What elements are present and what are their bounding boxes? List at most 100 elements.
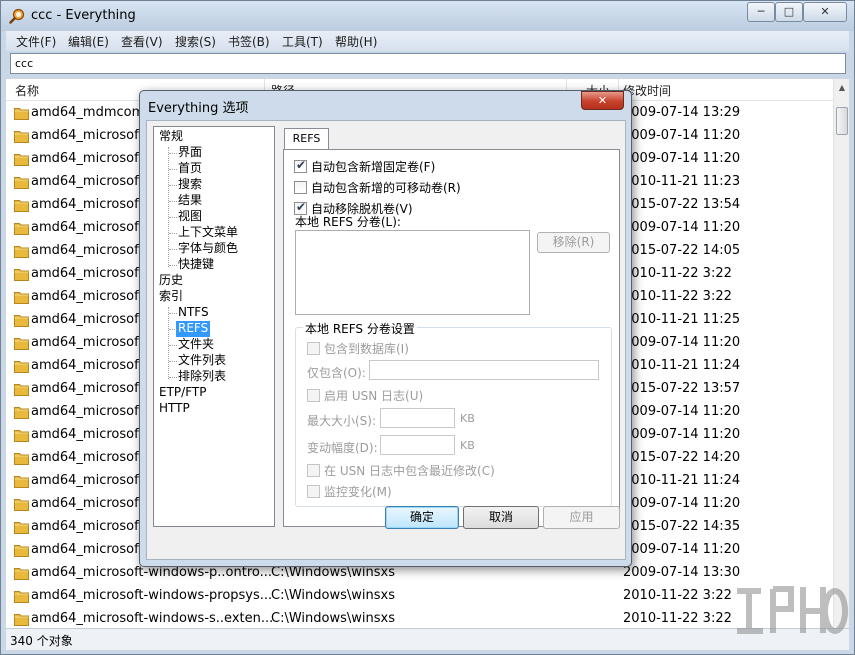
cancel-button[interactable]: 取消: [463, 506, 539, 529]
tab-refs[interactable]: REFS: [284, 128, 329, 150]
maximize-button[interactable]: □: [775, 2, 803, 22]
refs-volume-list[interactable]: [295, 230, 530, 315]
tree-item[interactable]: REFS: [176, 321, 211, 337]
auto-include-fixed-checkbox[interactable]: ✔: [294, 158, 307, 173]
menu-help[interactable]: 帮助(H): [335, 33, 377, 50]
tree-item[interactable]: 首页: [178, 161, 202, 177]
tree-item[interactable]: ETP/FTP: [159, 385, 206, 401]
remove-button[interactable]: 移除(R): [537, 232, 610, 253]
scrollbar-thumb[interactable]: [836, 107, 848, 135]
tree-item[interactable]: 上下文菜单: [178, 225, 238, 241]
folder-icon: [14, 108, 29, 120]
folder-icon: [14, 568, 29, 580]
folder-icon: [14, 591, 29, 603]
auto-include-removable-checkbox[interactable]: [294, 181, 307, 194]
folder-icon: [14, 407, 29, 419]
scroll-up-icon[interactable]: ▲: [834, 79, 850, 96]
title-bar[interactable]: ccc - Everything ─ □ ✕: [1, 1, 854, 31]
row-path: C:\Windows\winsxs: [271, 588, 395, 603]
folder-icon: [14, 499, 29, 511]
usn-recent-label: 在 USN 日志中包含最近修改(C): [324, 464, 495, 478]
row-modified: 2010-11-21 11:23: [623, 174, 741, 189]
search-input[interactable]: ccc: [10, 53, 846, 74]
tree-item[interactable]: HTTP: [159, 401, 190, 417]
tree-item[interactable]: 文件夹: [178, 337, 214, 353]
enable-usn-label: 启用 USN 日志(U): [324, 389, 424, 403]
row-modified: 2010-11-22 3:22: [623, 611, 732, 626]
status-bar: 340 个对象: [6, 628, 849, 650]
dialog-close-button[interactable]: ✕: [581, 91, 624, 110]
row-name: amd64_microsoft: [31, 174, 144, 189]
folder-icon: [14, 614, 29, 626]
row-modified: 2010-11-21 11:24: [623, 358, 741, 373]
auto-include-fixed-label: 自动包含新增固定卷(F): [311, 160, 436, 174]
status-text: 340 个对象: [10, 634, 73, 648]
row-name: amd64_microsoft: [31, 197, 144, 212]
menu-view[interactable]: 查看(V): [121, 33, 163, 50]
tree-item[interactable]: 字体与颜色: [178, 241, 238, 257]
tree-item[interactable]: 排除列表: [178, 369, 226, 385]
tree-item[interactable]: NTFS: [178, 305, 209, 321]
row-name: amd64_microsoft: [31, 128, 144, 143]
folder-icon: [14, 131, 29, 143]
row-name: amd64_microsoft: [31, 243, 144, 258]
tree-item[interactable]: 快捷键: [178, 257, 214, 273]
enable-usn-checkbox[interactable]: [307, 389, 320, 402]
row-name: amd64_microsoft-windows-p..ontro...: [31, 565, 272, 580]
vertical-scrollbar[interactable]: ▲: [833, 79, 849, 629]
tree-item[interactable]: 文件列表: [178, 353, 226, 369]
monitor-checkbox[interactable]: [307, 485, 320, 498]
row-modified: 2015-07-22 13:54: [623, 197, 741, 212]
auto-include-removable-label: 自动包含新增的可移动卷(R): [311, 181, 461, 195]
table-row[interactable]: amd64_microsoft-windows-propsys... C:\Win…: [6, 585, 833, 608]
apply-button[interactable]: 应用: [543, 506, 620, 529]
delta-field[interactable]: [380, 435, 455, 455]
tree-item[interactable]: 常规: [159, 129, 183, 145]
row-path: C:\Windows\winsxs: [271, 565, 395, 580]
max-size-field[interactable]: [380, 408, 455, 428]
menu-tools[interactable]: 工具(T): [282, 33, 323, 50]
row-name: amd64_microsoft: [31, 473, 144, 488]
tree-item[interactable]: 索引: [159, 289, 183, 305]
refs-panel: ✔ 自动包含新增固定卷(F) 自动包含新增的可移动卷(R) ✔ 自动移除脱机卷(…: [283, 149, 620, 527]
minimize-button[interactable]: ─: [747, 2, 775, 22]
dialog-body: 常规 界面 首页 搜索 结果 视图 上下文菜单 字体与颜色 快捷键 历史 索引 NTFS REFS 文件夹…: [146, 120, 626, 560]
menu-bookmarks[interactable]: 书签(B): [228, 33, 270, 50]
tree-item[interactable]: 结果: [178, 193, 202, 209]
max-size-label: 最大大小(S):: [307, 414, 377, 428]
delta-unit: KB: [460, 439, 475, 452]
row-modified: 2009-07-14 11:20: [623, 427, 741, 442]
folder-icon: [14, 361, 29, 373]
table-row[interactable]: amd64_microsoft-windows-s..exten... C:\Wi…: [6, 608, 833, 629]
row-modified: 2009-07-14 11:20: [623, 404, 741, 419]
row-modified: 2009-07-14 13:29: [623, 105, 741, 120]
folder-icon: [14, 177, 29, 189]
tree-item[interactable]: 历史: [159, 273, 183, 289]
row-name: amd64_microsoft: [31, 519, 144, 534]
magnifier-icon: [9, 8, 25, 24]
menu-edit[interactable]: 编辑(E): [68, 33, 109, 50]
tree-item[interactable]: 视图: [178, 209, 202, 225]
row-name: amd64_microsoft: [31, 496, 144, 511]
include-db-label: 包含到数据库(I): [324, 342, 409, 356]
include-only-field[interactable]: [369, 360, 599, 380]
monitor-label: 监控变化(M): [324, 485, 392, 499]
include-db-checkbox[interactable]: [307, 342, 320, 355]
max-size-unit: KB: [460, 412, 475, 425]
menu-file[interactable]: 文件(F): [16, 33, 56, 50]
tree-item[interactable]: 界面: [178, 145, 202, 161]
tree-item[interactable]: 搜索: [178, 177, 202, 193]
dialog-title: Everything 选项: [148, 101, 249, 116]
folder-icon: [14, 522, 29, 534]
options-tree[interactable]: 常规 界面 首页 搜索 结果 视图 上下文菜单 字体与颜色 快捷键 历史 索引 NTFS REFS 文件夹…: [153, 126, 275, 527]
row-path: C:\Windows\winsxs: [271, 611, 395, 626]
column-name[interactable]: 名称: [15, 82, 39, 99]
row-modified: 2009-07-14 11:20: [623, 542, 741, 557]
usn-recent-checkbox[interactable]: [307, 464, 320, 477]
close-button[interactable]: ✕: [803, 2, 847, 22]
ok-button[interactable]: 确定: [385, 506, 459, 529]
row-name: amd64_microsoft: [31, 358, 144, 373]
row-modified: 2010-11-22 3:22: [623, 289, 732, 304]
row-modified: 2010-11-22 3:22: [623, 266, 732, 281]
menu-search[interactable]: 搜索(S): [175, 33, 216, 50]
